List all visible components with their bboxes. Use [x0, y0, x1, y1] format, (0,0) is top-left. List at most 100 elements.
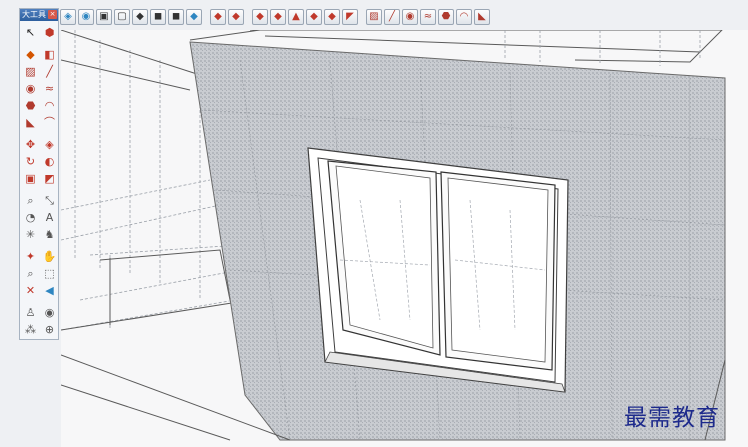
- circle-tool-button[interactable]: ◉: [22, 80, 39, 96]
- xray-style-button[interactable]: ▢: [114, 9, 130, 25]
- paint-bucket-button[interactable]: ◆: [22, 46, 39, 62]
- make-component-button[interactable]: ⬢: [41, 24, 58, 40]
- protractor-tool-button[interactable]: ◔: [22, 209, 39, 225]
- follow-me-tool-icon: ◐: [44, 154, 55, 168]
- circle-button[interactable]: ◉: [402, 9, 418, 25]
- position-camera-icon: ♙: [25, 305, 36, 319]
- push-pull-tool-icon: ◈: [45, 137, 54, 151]
- wireframe-style-button[interactable]: ◆: [132, 9, 148, 25]
- scale-tool-icon: ▣: [25, 171, 36, 185]
- text-tool-button[interactable]: A: [41, 209, 58, 225]
- palette-group-gap: [22, 243, 58, 247]
- polygon-tool-icon: ⬣: [25, 98, 36, 112]
- line-icon: ╱: [388, 11, 396, 22]
- rectangle-button[interactable]: ▨: [366, 9, 382, 25]
- arc-tool-icon: ◠: [44, 98, 55, 112]
- palette-close-button[interactable]: ×: [48, 10, 57, 19]
- offset-tool-icon: ◩: [44, 171, 55, 185]
- palette-title-bar[interactable]: 大工具 ×: [20, 9, 58, 21]
- push-pull-tool-button[interactable]: ◈: [41, 136, 58, 152]
- two-point-arc-button[interactable]: ⌒: [41, 114, 58, 130]
- axes-tool-button[interactable]: ✳: [22, 226, 39, 242]
- sandbox-stamp-button[interactable]: ◆: [306, 9, 322, 25]
- rectangle-icon: ▨: [369, 11, 379, 22]
- rotate-tool-icon: ↻: [25, 154, 36, 168]
- solid-tools-subtract-button[interactable]: ◆: [228, 9, 244, 25]
- select-tool-button[interactable]: ↖: [22, 24, 39, 40]
- zoom-tool-button[interactable]: ⌕: [22, 265, 39, 281]
- arc-tool-button[interactable]: ◠: [41, 97, 58, 113]
- zoom-extents-icon: ✕: [25, 283, 36, 297]
- zoom-window-button[interactable]: ⬚: [41, 265, 58, 281]
- pie-button[interactable]: ◣: [474, 9, 490, 25]
- previous-view-button[interactable]: ◀: [41, 282, 58, 298]
- polygon-tool-button[interactable]: ⬣: [22, 97, 39, 113]
- follow-me-tool-button[interactable]: ◐: [41, 153, 58, 169]
- 3d-text-tool-button[interactable]: ♞: [41, 226, 58, 242]
- orbit-tool-icon: ✦: [25, 249, 36, 263]
- polygon-button[interactable]: ⬣: [438, 9, 454, 25]
- scale-tool-button[interactable]: ▣: [22, 170, 39, 186]
- zoom-extents-button[interactable]: ✕: [22, 282, 39, 298]
- sandbox-from-contours-icon: ◆: [256, 11, 264, 22]
- zoom-window-icon: ⬚: [44, 266, 55, 280]
- front-view-icon: ▣: [99, 11, 109, 22]
- solid-tools-subtract-icon: ◆: [232, 11, 240, 22]
- look-around-button[interactable]: ◉: [41, 304, 58, 320]
- section-plane-icon: ⊕: [44, 322, 55, 336]
- sandbox-flip-edge-icon: ◤: [346, 11, 354, 22]
- top-view-icon: ◉: [81, 11, 91, 22]
- shaded-texture-style-button[interactable]: ◆: [186, 9, 202, 25]
- freehand-button[interactable]: ≈: [420, 9, 436, 25]
- sandbox-flip-edge-button[interactable]: ◤: [342, 9, 358, 25]
- look-around-icon: ◉: [44, 305, 55, 319]
- move-tool-icon: ✥: [25, 137, 36, 151]
- eraser-button[interactable]: ◧: [41, 46, 58, 62]
- freehand-tool-button[interactable]: ≈: [41, 80, 58, 96]
- paint-bucket-icon: ◆: [26, 47, 35, 61]
- freehand-icon: ≈: [423, 11, 433, 22]
- sketchup-window: ◈ ◉ ▣ ▢ ◆ ◼ ◼ ◆ ◆ ◆ ◆ ◆ ▲ ◆ ◆ ◤ ▨ ╱ ◉ ≈ ⬣ ◠ ◣ 大工具 × ↖ ⬢ ◆ ◧ ▨ ╱ ◉ ≈ ⬣ ◠…: [0, 0, 748, 447]
- top-view-button[interactable]: ◉: [78, 9, 94, 25]
- arc-icon: ◠: [459, 11, 469, 22]
- line-button[interactable]: ╱: [384, 9, 400, 25]
- model-viewport[interactable]: [61, 30, 748, 447]
- pan-tool-button[interactable]: ✋: [41, 248, 58, 264]
- xray-style-icon: ▢: [117, 11, 127, 22]
- previous-view-icon: ◀: [45, 283, 54, 297]
- hidden-line-style-button[interactable]: ◼: [150, 9, 166, 25]
- shaded-style-icon: ◼: [171, 11, 181, 22]
- sandbox-drape-button[interactable]: ◆: [324, 9, 340, 25]
- section-plane-button[interactable]: ⊕: [41, 321, 58, 337]
- arc-button[interactable]: ◠: [456, 9, 472, 25]
- move-tool-button[interactable]: ✥: [22, 136, 39, 152]
- sandbox-from-contours-button[interactable]: ◆: [252, 9, 268, 25]
- iso-view-icon: ◈: [64, 11, 72, 22]
- sandbox-smoove-button[interactable]: ▲: [288, 9, 304, 25]
- protractor-tool-icon: ◔: [25, 210, 36, 224]
- model-drawing: [61, 30, 748, 447]
- position-camera-button[interactable]: ♙: [22, 304, 39, 320]
- sandbox-from-scratch-button[interactable]: ◆: [270, 9, 286, 25]
- rotate-tool-button[interactable]: ↻: [22, 153, 39, 169]
- pan-tool-icon: ✋: [42, 249, 57, 263]
- hidden-line-style-icon: ◼: [153, 11, 163, 22]
- axes-tool-icon: ✳: [25, 227, 36, 241]
- iso-view-button[interactable]: ◈: [60, 9, 76, 25]
- offset-tool-button[interactable]: ◩: [41, 170, 58, 186]
- rectangle-tool-button[interactable]: ▨: [22, 63, 39, 79]
- pie-tool-icon: ◣: [26, 115, 35, 129]
- dimension-tool-icon: ⤡: [45, 193, 54, 207]
- tape-measure-button[interactable]: ⌕: [22, 192, 39, 208]
- front-view-button[interactable]: ▣: [96, 9, 112, 25]
- solid-tools-union-button[interactable]: ◆: [210, 9, 226, 25]
- walk-tool-button[interactable]: ⁂: [22, 321, 39, 337]
- orbit-tool-button[interactable]: ✦: [22, 248, 39, 264]
- dimension-tool-button[interactable]: ⤡: [41, 192, 58, 208]
- line-tool-button[interactable]: ╱: [41, 63, 58, 79]
- shaded-style-button[interactable]: ◼: [168, 9, 184, 25]
- palette-group-gap: [22, 131, 58, 135]
- pie-tool-button[interactable]: ◣: [22, 114, 39, 130]
- walk-tool-icon: ⁂: [25, 322, 36, 336]
- solid-tools-union-icon: ◆: [214, 11, 222, 22]
